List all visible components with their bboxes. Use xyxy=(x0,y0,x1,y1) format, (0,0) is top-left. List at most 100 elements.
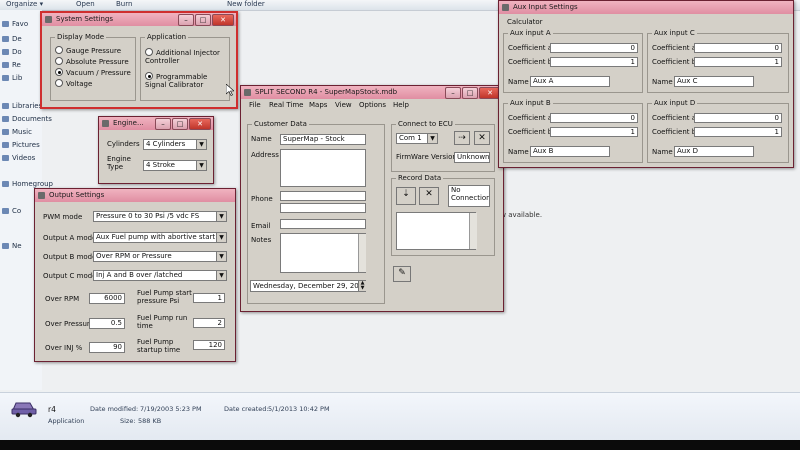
date-picker[interactable]: Wednesday, December 29, 2004 xyxy=(250,280,366,292)
fp-startup-label: Fuel Pump startup time xyxy=(137,338,181,354)
over-rpm-input[interactable]: 6000 xyxy=(89,293,125,304)
email-input[interactable] xyxy=(280,219,366,229)
nav-item-libraries[interactable]: Libraries xyxy=(2,102,42,110)
radio-indicator xyxy=(55,46,63,54)
minimize-button[interactable]: – xyxy=(178,14,194,26)
radio-signal-calibrator[interactable]: Programmable Signal Calibrator xyxy=(145,72,225,89)
phone-input[interactable] xyxy=(280,191,366,201)
group-legend: Aux input C xyxy=(652,29,697,37)
system-settings-titlebar[interactable]: System Settings – □ ✕ xyxy=(42,13,236,26)
aux-c-coefficient-a-input[interactable]: 0 xyxy=(694,43,782,53)
radio-voltage[interactable]: Voltage xyxy=(55,79,92,88)
engine-type-select[interactable]: 4 Stroke ▼ xyxy=(143,160,207,171)
organize-button[interactable]: Organize ▾ xyxy=(6,0,43,8)
nav-item-pictures[interactable]: Pictures xyxy=(2,141,40,149)
customer-name-input[interactable]: SuperMap - Stock xyxy=(280,134,366,145)
main-titlebar[interactable]: SPLIT SECOND R4 - SuperMapStock.mdb – □ … xyxy=(241,86,503,99)
burn-button[interactable]: Burn xyxy=(116,0,132,8)
record-data-group: Record Data ⇣ ✕ No Connection xyxy=(391,174,495,256)
fp-start-label: Fuel Pump start pressure Psi xyxy=(137,289,192,305)
notes-input[interactable] xyxy=(280,233,366,273)
open-button[interactable]: Open xyxy=(76,0,95,8)
aux-a-coefficient-a-input[interactable]: 0 xyxy=(550,43,638,53)
menu-file[interactable]: File xyxy=(249,101,261,109)
aux-input-a-group: Aux input A Coefficient a 0 Coefficient … xyxy=(503,29,643,93)
created-label: Date created: xyxy=(224,405,269,413)
date-spinner[interactable]: ▲ ▼ xyxy=(358,281,366,291)
pwm-mode-select[interactable]: Pressure 0 to 30 Psi /5 vdc FS ▼ xyxy=(93,211,227,222)
nav-item-lib[interactable]: Lib xyxy=(2,74,22,82)
nav-item-computer[interactable]: Co xyxy=(2,207,21,215)
radio-additional-injector[interactable]: Additional Injector Controller xyxy=(145,48,225,65)
radio-absolute-pressure[interactable]: Absolute Pressure xyxy=(55,57,129,66)
address-input[interactable] xyxy=(280,149,366,187)
radio-vacuum-pressure[interactable]: Vacuum / Pressure xyxy=(55,68,131,77)
coefficient-a-label: Coefficient a xyxy=(652,44,697,52)
aux-b-name-input[interactable]: Aux B xyxy=(530,146,610,157)
stop-record-icon: ✕ xyxy=(425,189,433,199)
menu-help[interactable]: Help xyxy=(393,101,409,109)
fp-run-input[interactable]: 2 xyxy=(193,318,225,328)
output-c-select[interactable]: Inj A and B over /latched ▼ xyxy=(93,270,227,281)
firmware-value: Unknown xyxy=(454,152,490,163)
close-button[interactable]: ✕ xyxy=(212,14,234,26)
nav-item-downloads[interactable]: Do xyxy=(2,48,22,56)
aux-c-coefficient-b-input[interactable]: 1 xyxy=(694,57,782,67)
maximize-button[interactable]: □ xyxy=(172,118,188,130)
aux-c-name-input[interactable]: Aux C xyxy=(674,76,754,87)
aux-d-coefficient-a-input[interactable]: 0 xyxy=(694,113,782,123)
record-start-button[interactable]: ⇣ xyxy=(396,187,416,205)
pwm-mode-label: PWM mode xyxy=(43,213,83,221)
aux-a-name-input[interactable]: Aux A xyxy=(530,76,610,87)
nav-item-favorites[interactable]: Favo xyxy=(2,20,28,28)
minimize-button[interactable]: – xyxy=(155,118,171,130)
aux-d-name-input[interactable]: Aux D xyxy=(674,146,754,157)
maximize-button[interactable]: □ xyxy=(462,87,478,99)
output-b-select[interactable]: Over RPM or Pressure ▼ xyxy=(93,251,227,262)
radio-gauge-pressure[interactable]: Gauge Pressure xyxy=(55,46,121,55)
coefficient-b-label: Coefficient b xyxy=(508,58,553,66)
close-button[interactable]: ✕ xyxy=(189,118,211,130)
over-inj-input[interactable]: 90 xyxy=(89,342,125,353)
maximize-button[interactable]: □ xyxy=(195,14,211,26)
nav-item-videos[interactable]: Videos xyxy=(2,154,35,162)
aux-a-coefficient-b-input[interactable]: 1 xyxy=(550,57,638,67)
new-folder-button[interactable]: New folder xyxy=(227,0,265,8)
menu-options[interactable]: Options xyxy=(359,101,386,109)
aux-input-titlebar[interactable]: Aux Input Settings xyxy=(499,1,793,14)
notes-scrollbar[interactable] xyxy=(358,234,366,272)
menu-maps[interactable]: Maps xyxy=(309,101,327,109)
disconnect-button[interactable]: ✕ xyxy=(474,131,490,145)
connect-button[interactable]: ⇢ xyxy=(454,131,470,145)
tools-button[interactable]: ✎ xyxy=(393,266,411,282)
aux-d-coefficient-b-input[interactable]: 1 xyxy=(694,127,782,137)
output-settings-titlebar[interactable]: Output Settings xyxy=(35,189,235,202)
aux-b-coefficient-b-input[interactable]: 1 xyxy=(550,127,638,137)
fp-start-input[interactable]: 1 xyxy=(193,293,225,303)
fp-run-label: Fuel Pump run time xyxy=(137,314,188,330)
cylinders-select[interactable]: 4 Cylinders ▼ xyxy=(143,139,207,150)
minimize-button[interactable]: – xyxy=(445,87,461,99)
nav-item-desktop[interactable]: De xyxy=(2,35,22,43)
radio-indicator-selected xyxy=(145,72,153,80)
nav-item-recent[interactable]: Re xyxy=(2,61,21,69)
phone-input-2[interactable] xyxy=(280,203,366,213)
menu-real-time[interactable]: Real Time xyxy=(269,101,303,109)
fp-startup-input[interactable]: 120 xyxy=(193,340,225,350)
desktop-screen: Organize ▾ Open Burn New folder Favo De … xyxy=(0,0,800,440)
record-stop-button[interactable]: ✕ xyxy=(419,187,439,205)
record-log-scrollbar[interactable] xyxy=(469,213,477,249)
aux-b-coefficient-a-input[interactable]: 0 xyxy=(550,113,638,123)
nav-item-documents[interactable]: Documents xyxy=(2,115,52,123)
nav-item-homegroup[interactable]: Homegroup xyxy=(2,180,53,188)
menu-view[interactable]: View xyxy=(335,101,352,109)
over-pressure-input[interactable]: 0.5 xyxy=(89,318,125,329)
engine-titlebar[interactable]: Engine... – □ ✕ xyxy=(99,117,213,130)
nav-item-music[interactable]: Music xyxy=(2,128,32,136)
com-port-select[interactable]: Com 1 ▼ xyxy=(396,133,438,144)
record-log-area[interactable] xyxy=(396,212,476,250)
window-title: Engine... xyxy=(113,119,144,127)
nav-item-network[interactable]: Ne xyxy=(2,242,22,250)
output-a-select[interactable]: Aux Fuel pump with abortive start time ▼ xyxy=(93,232,227,243)
library-icon xyxy=(2,103,9,109)
